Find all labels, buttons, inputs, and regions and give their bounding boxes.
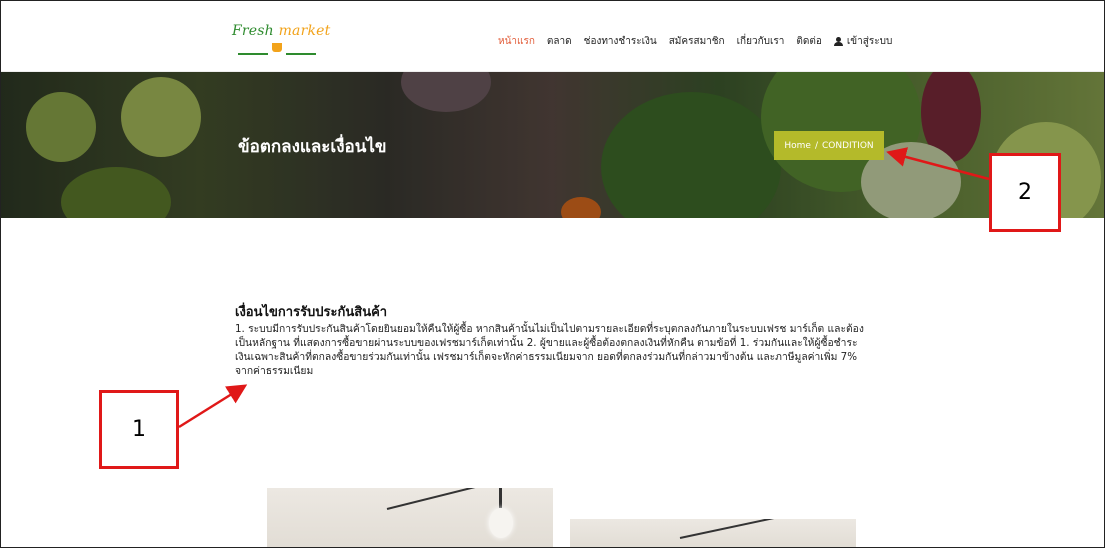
annotation-callout-2: 2: [989, 153, 1061, 232]
gallery-image-1[interactable]: [267, 488, 553, 547]
gallery-image-2[interactable]: [570, 519, 856, 547]
lamp-wire: [386, 488, 553, 510]
annotation-callout-1: 1: [99, 390, 179, 469]
annotation-arrow-2: [886, 147, 990, 181]
lamp-wire-2: [679, 519, 856, 539]
light-bulb: [489, 508, 513, 538]
lamp-cord: [499, 488, 502, 508]
annotation-label-2: 2: [1018, 180, 1032, 205]
browser-page: Fresh market หน้าแรก ตลาด ช่องทางชำระเงิ…: [0, 0, 1105, 548]
annotation-arrow-1: [178, 384, 248, 429]
warranty-paragraph: 1. ระบบมีการรับประกันสินค้าโดยยินยอมให้ค…: [235, 323, 864, 377]
annotation-label-1: 1: [132, 417, 146, 442]
section-heading: เงื่อนไขการรับประกันสินค้า: [235, 305, 388, 320]
